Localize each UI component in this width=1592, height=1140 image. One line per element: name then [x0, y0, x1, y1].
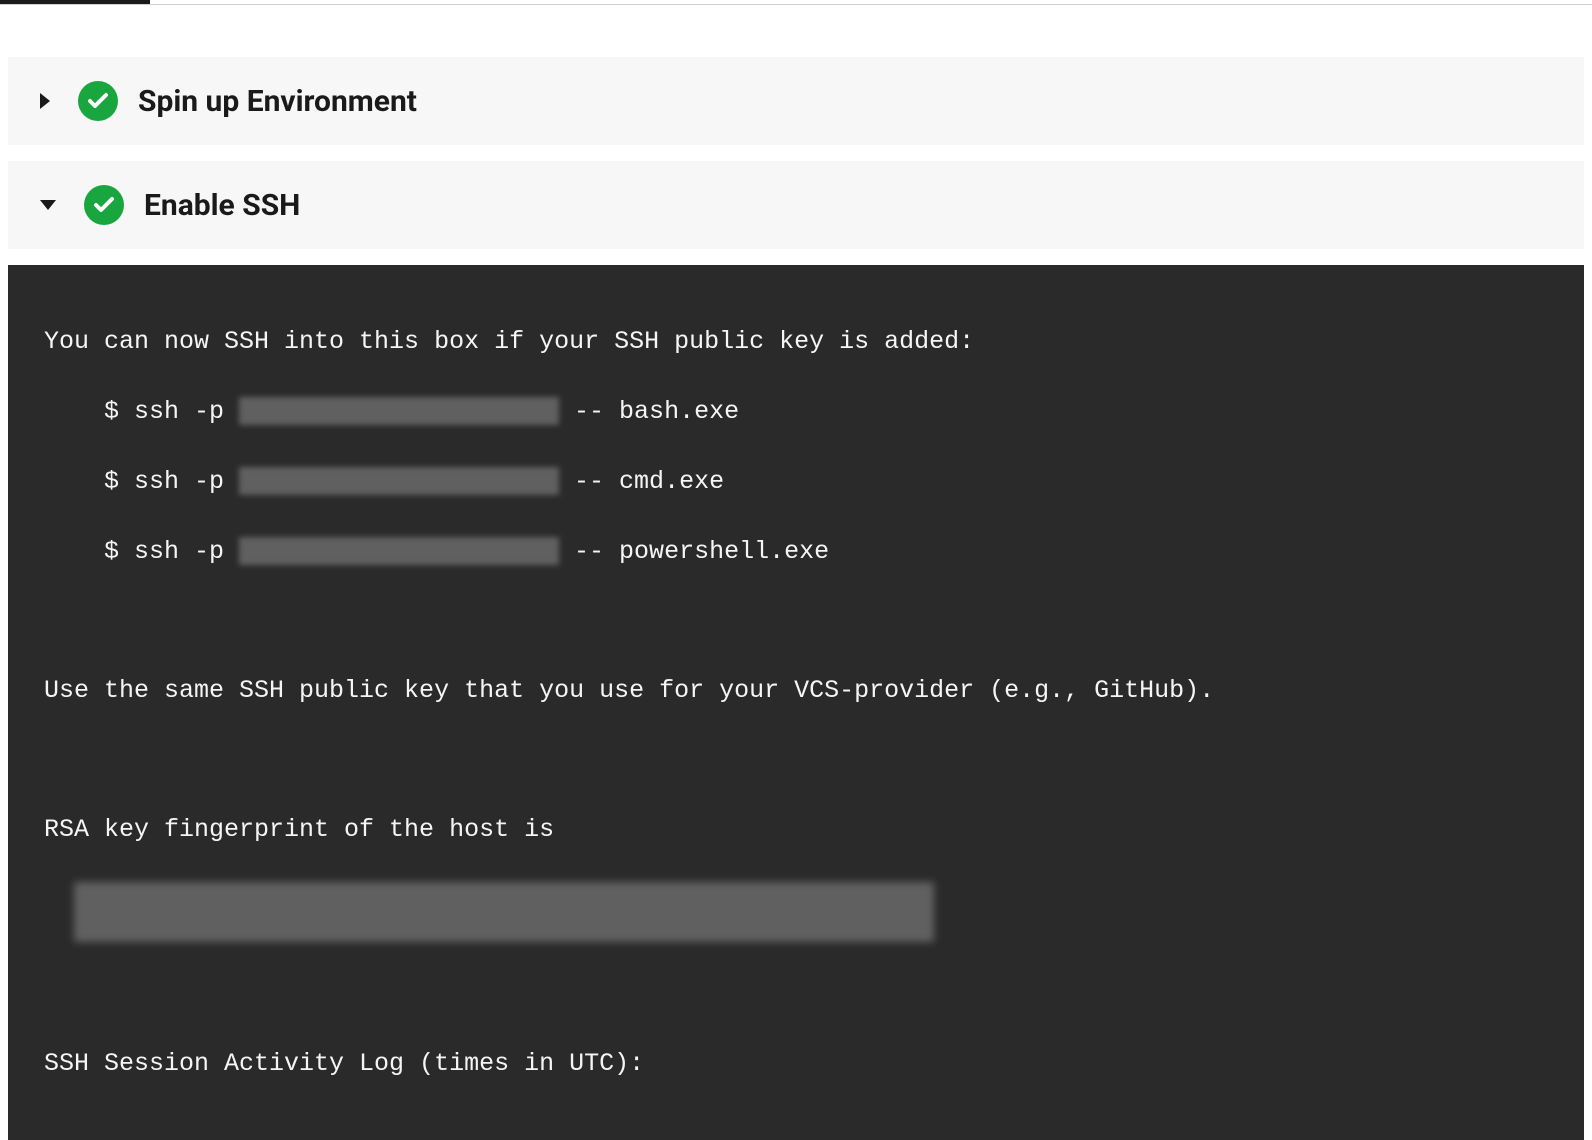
redacted-host: [239, 467, 559, 495]
ssh-prefix: $ ssh -p: [44, 467, 239, 496]
terminal-line: Use the same SSH public key that you use…: [44, 673, 1548, 708]
blank-line: [44, 977, 1548, 1011]
terminal-line: RSA key fingerprint of the host is: [44, 812, 1548, 847]
caret-down-icon: [40, 200, 56, 210]
blank-line: [44, 743, 1548, 777]
step-enable-ssh[interactable]: Enable SSH: [8, 161, 1584, 249]
redacted-fingerprint: [74, 882, 934, 942]
terminal-output: You can now SSH into this box if your SS…: [8, 265, 1584, 1140]
terminal-line: SSH Session Activity Log (times in UTC):: [44, 1046, 1548, 1081]
terminal-line: $ ssh -p -- bash.exe: [44, 394, 1548, 429]
ssh-suffix: -- bash.exe: [559, 397, 739, 426]
redacted-host: [239, 397, 559, 425]
ssh-suffix: -- powershell.exe: [559, 537, 829, 566]
check-icon: [78, 81, 118, 121]
step-title: Enable SSH: [144, 188, 300, 223]
terminal-line: $ ssh -p -- cmd.exe: [44, 464, 1548, 499]
terminal-line: You can now SSH into this box if your SS…: [44, 324, 1548, 359]
step-title: Spin up Environment: [138, 84, 417, 119]
redacted-host: [239, 537, 559, 565]
check-icon: [84, 185, 124, 225]
terminal-line: $ ssh -p -- powershell.exe: [44, 534, 1548, 569]
ssh-prefix: $ ssh -p: [44, 537, 239, 566]
caret-right-icon: [40, 93, 50, 109]
header-divider: [0, 4, 1592, 5]
step-spin-up-environment[interactable]: Spin up Environment: [8, 57, 1584, 145]
blank-line: [44, 604, 1548, 638]
ssh-prefix: $ ssh -p: [44, 397, 239, 426]
ssh-suffix: -- cmd.exe: [559, 467, 724, 496]
